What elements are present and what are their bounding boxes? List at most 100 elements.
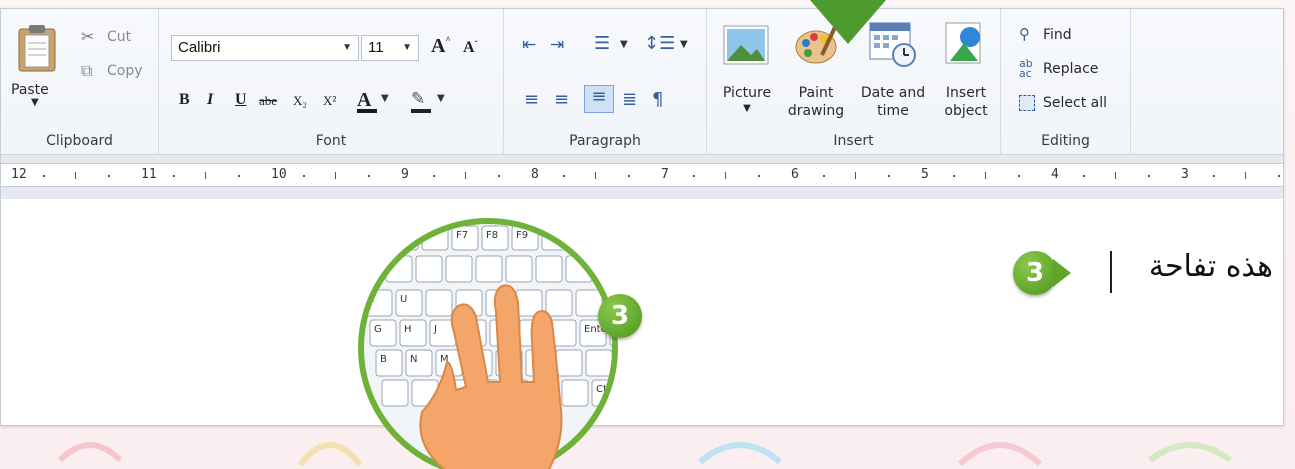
increase-indent-icon[interactable]: ⇥	[550, 35, 564, 55]
picture-icon	[723, 25, 769, 65]
text-color-swatch	[357, 109, 377, 113]
ruler-dot	[888, 175, 890, 177]
ruler-tick	[335, 172, 336, 179]
step-badge-doc: 3	[1013, 251, 1057, 295]
align-right-icon[interactable]: ≡	[584, 85, 614, 113]
replace-button[interactable]: ab ac Replace	[1019, 58, 1129, 81]
object-icon	[945, 22, 981, 64]
ruler-dot	[628, 175, 630, 177]
cut-label: Cut	[107, 29, 132, 45]
object-label-2: object	[944, 103, 988, 119]
ruler-number: 8	[531, 167, 539, 182]
ruler-dot	[368, 175, 370, 177]
paragraph-settings-icon[interactable]: ¶	[652, 89, 663, 110]
superscript-button[interactable]: X²	[323, 93, 336, 109]
picture-button[interactable]: Picture ▼	[715, 19, 779, 129]
subscript-button[interactable]: X₂	[293, 93, 307, 109]
keyboard-key-label: Back	[600, 260, 624, 271]
font-size-select[interactable]: 11 ▼	[361, 35, 419, 61]
cut-button[interactable]: ✂ Cut	[81, 27, 151, 49]
chevron-down-icon: ▼	[31, 97, 39, 108]
chevron-down-icon: ▼	[743, 103, 751, 114]
ruler-dot	[693, 175, 695, 177]
grow-font-button[interactable]: A^	[431, 35, 451, 58]
bullet-list-icon[interactable]: ☰	[594, 33, 610, 54]
ruler-tick	[725, 172, 726, 179]
bold-button[interactable]: B	[179, 91, 190, 109]
keyboard-key-label: U	[400, 294, 407, 305]
chevron-down-icon: ▼	[402, 42, 412, 53]
copy-button[interactable]: ⧉ Copy	[81, 61, 156, 83]
step-badge-keyboard: 3	[598, 294, 642, 338]
ruler-dot	[173, 175, 175, 177]
justify-icon[interactable]: ≣	[622, 89, 637, 110]
text-color-button[interactable]: A ▼	[355, 87, 401, 115]
ruler-dot	[498, 175, 500, 177]
keyboard-key-label: F7	[456, 230, 468, 241]
ruler-dot	[108, 175, 110, 177]
paste-icon	[18, 25, 56, 72]
ruler-dot	[1278, 175, 1280, 177]
find-button[interactable]: ⚲ Find	[1019, 25, 1119, 47]
ruler-dot	[758, 175, 760, 177]
keyboard-key	[364, 225, 389, 251]
chevron-down-icon: ▼	[381, 93, 389, 104]
underline-button[interactable]: U	[235, 91, 247, 109]
highlight-color-button[interactable]: ✎ ▼	[409, 87, 455, 115]
scissors-icon: ✂	[81, 27, 95, 46]
align-center-icon[interactable]: ≡	[554, 89, 569, 110]
decrease-indent-icon[interactable]: ⇤	[522, 35, 536, 55]
ruler-dot	[1018, 175, 1020, 177]
keyboard-key-label: H	[404, 324, 412, 335]
copy-label: Copy	[107, 63, 143, 79]
select-all-button[interactable]: Select all	[1019, 93, 1129, 115]
ruler-number: 11	[141, 167, 157, 182]
select-all-icon	[1019, 95, 1035, 111]
document-text[interactable]: هذه تفاحة	[1149, 249, 1273, 284]
ruler-dot	[43, 175, 45, 177]
ruler-number: 9	[401, 167, 409, 182]
chevron-down-icon: ▼	[620, 39, 628, 50]
keyboard-key	[381, 379, 409, 407]
document-area[interactable]: هذه تفاحة 3	[1, 199, 1283, 425]
ruler-dot	[303, 175, 305, 177]
ruler-strip[interactable]: 12 11 10 9 8 7 6 5 4 3	[1, 163, 1283, 187]
keyboard-key	[555, 349, 583, 377]
italic-button[interactable]: I	[207, 91, 213, 109]
ruler-dot	[563, 175, 565, 177]
font-family-value: Calibri	[178, 39, 221, 56]
datetime-label-1: Date and	[860, 85, 926, 101]
keyboard-key	[415, 255, 443, 283]
keyboard-key	[505, 255, 533, 283]
binoculars-icon: ⚲	[1019, 25, 1030, 43]
badge-pointer-icon	[1053, 259, 1071, 287]
align-left-icon[interactable]: ≡	[524, 89, 539, 110]
datetime-label-2: time	[877, 103, 909, 119]
font-family-select[interactable]: Calibri ▼	[171, 35, 359, 61]
keyboard-illustration: F7F8F9BackYUGHJEnterBNMCtrl 3	[352, 212, 642, 469]
paint-label-1: Paint	[798, 85, 834, 101]
shrink-font-label: A	[463, 39, 475, 56]
keyboard-key	[561, 379, 589, 407]
chevron-down-icon: ▼	[680, 39, 688, 50]
ruler-tick	[985, 172, 986, 179]
keyboard-key	[364, 255, 383, 283]
font-size-value: 11	[368, 39, 384, 56]
replace-label: Replace	[1043, 61, 1099, 77]
shrink-font-button[interactable]: Aˇ	[463, 39, 478, 57]
keyboard-key-label: B	[380, 354, 387, 365]
ruler-number: 7	[661, 167, 669, 182]
strikethrough-button[interactable]: abe	[259, 93, 277, 109]
ruler-tick	[1115, 172, 1116, 179]
decorative-background	[0, 420, 1295, 469]
paragraph-group: ⇤ ⇥ ☰ ▼ ↕☰ ▼ ≡ ≡ ≡ ≣ ¶ Paragraph	[504, 9, 707, 155]
font-group-label: Font	[315, 133, 347, 149]
wordpad-window: Paste ▼ ✂ Cut ⧉ Copy Clipboard Calibri ▼…	[0, 8, 1284, 426]
picture-label: Picture	[722, 85, 772, 101]
line-spacing-icon[interactable]: ↕☰	[644, 33, 675, 54]
ruler-tick	[855, 172, 856, 179]
clipboard-group-label: Clipboard	[46, 133, 113, 149]
keyboard-key-label: G	[374, 324, 382, 335]
paste-button[interactable]: Paste ▼	[11, 17, 63, 117]
insert-object-button[interactable]: Insert object	[935, 19, 997, 129]
